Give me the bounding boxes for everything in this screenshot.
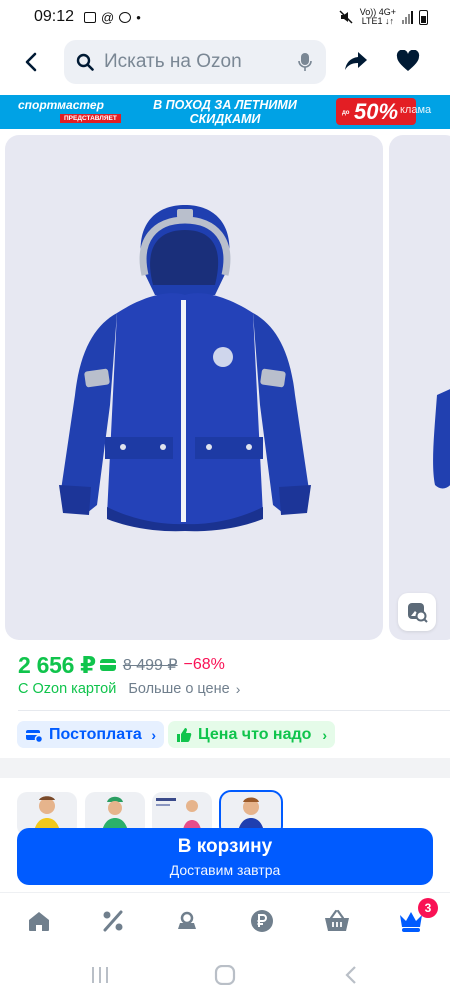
bottom-tab-bar: 3: [0, 892, 450, 950]
tab-home[interactable]: [26, 908, 52, 934]
back-nav-icon[interactable]: [344, 965, 358, 985]
top-bar: Искать на Ozon: [0, 34, 450, 90]
product-image[interactable]: [5, 135, 383, 640]
postpay-icon: [26, 729, 43, 743]
banner-slogan-line2: СКИДКАМИ: [189, 112, 261, 126]
status-time: 09:12: [34, 8, 75, 25]
banner-discount-prefix: до: [342, 110, 350, 116]
old-price: 8 499 ₽: [122, 657, 178, 674]
cart-basket-icon: [325, 909, 349, 931]
system-nav-bar: [0, 950, 450, 1000]
delivery-label: Доставим завтра: [169, 862, 281, 878]
back-arrow-icon: [25, 52, 37, 72]
favorite-button[interactable]: [396, 49, 420, 77]
banner-brand-sub: ПРЕДСТАВЛЯЕТ: [60, 114, 121, 123]
status-right-icons: Vo)) 4G+ LTE1 ↓↑: [338, 8, 428, 26]
microphone-icon[interactable]: [298, 52, 312, 72]
visual-search-button[interactable]: [398, 593, 436, 631]
back-button[interactable]: [0, 34, 62, 90]
ozon-card-row[interactable]: С Ozon картой Больше о цене ›: [18, 681, 240, 697]
app-root: 09:12 @ • Vo)) 4G+ LTE1 ↓↑ Искать на Ozo…: [0, 0, 450, 1000]
postpay-badge[interactable]: Постоплата ›: [17, 721, 164, 748]
ozon-card-price: 2 656 ₽: [18, 651, 96, 678]
home-nav-icon[interactable]: [214, 965, 236, 985]
chevron-right-icon: ›: [151, 726, 156, 743]
thumbs-up-icon: [177, 727, 192, 742]
divider: [18, 710, 450, 711]
tab-finance[interactable]: [249, 908, 275, 934]
at-notification-icon: @: [101, 9, 115, 25]
good-price-badge[interactable]: Цена что надо ›: [168, 721, 335, 748]
q-notification-icon: [119, 11, 132, 23]
network-line2: LTE1 ↓↑: [361, 16, 395, 26]
gallery-notification-icon: [84, 11, 97, 23]
product-gallery[interactable]: [0, 135, 450, 640]
status-bar: 09:12 @ • Vo)) 4G+ LTE1 ↓↑: [0, 0, 450, 34]
percent-icon: [103, 910, 123, 932]
share-button[interactable]: [344, 50, 368, 77]
chevron-right-icon: ›: [322, 726, 327, 743]
share-icon: [345, 52, 367, 70]
sportmaster-logo: спортмастер ПРЕДСТАВЛЯЕТ: [18, 98, 121, 123]
search-icon: [76, 53, 94, 71]
add-to-cart-button[interactable]: В корзину Доставим завтра: [17, 828, 433, 885]
more-price-link[interactable]: Больше о цене: [128, 681, 229, 697]
tab-fresh[interactable]: [174, 908, 200, 934]
dot-notification-icon: •: [136, 9, 141, 25]
ad-label: клама: [400, 104, 432, 116]
next-product-image[interactable]: [389, 135, 450, 640]
recent-apps-icon[interactable]: [90, 965, 110, 985]
heart-icon: [396, 49, 420, 71]
chevron-right-icon: ›: [235, 681, 241, 697]
banner-brand: спортмастер: [18, 98, 104, 112]
leaf-bag-icon: [178, 911, 196, 929]
next-jacket-sliver: [433, 389, 450, 489]
add-to-cart-label: В корзину: [177, 836, 273, 857]
tab-cart[interactable]: [324, 908, 350, 934]
status-notification-icons: @ •: [84, 10, 141, 25]
section-separator: [0, 758, 450, 778]
ozon-card-icon: [99, 659, 116, 671]
ruble-icon: [251, 910, 273, 932]
image-search-icon: [408, 603, 428, 623]
ozon-card-label: С Ozon картой: [18, 681, 117, 697]
network-indicator: Vo)) 4G+ LTE1 ↓↑: [360, 8, 396, 26]
good-price-label: Цена что надо: [198, 725, 312, 743]
banner-discount-value: 50%: [354, 99, 399, 124]
jacket-illustration: [59, 205, 311, 532]
ad-banner[interactable]: спортмастер ПРЕДСТАВЛЯЕТ В ПОХОД ЗА ЛЕТН…: [0, 95, 450, 129]
signal-icon: [402, 10, 413, 24]
search-input[interactable]: Искать на Ozon: [64, 40, 326, 84]
profile-notification-badge: 3: [418, 898, 438, 918]
banner-slogan: В ПОХОД ЗА ЛЕТНИМИ СКИДКАМИ: [130, 98, 320, 126]
variant-thumbnails: [0, 778, 450, 838]
tab-promotions[interactable]: [100, 908, 126, 934]
postpay-label: Постоплата: [49, 725, 142, 743]
price-row: 2 656 ₽ 8 499 ₽ −68%: [18, 651, 225, 679]
mute-icon: [339, 10, 353, 24]
battery-icon: [419, 9, 428, 25]
discount-percent: −68%: [183, 656, 225, 673]
search-placeholder: Искать на Ozon: [104, 51, 242, 72]
home-icon: [29, 912, 49, 931]
banner-slogan-line1: В ПОХОД ЗА ЛЕТНИМИ: [153, 98, 297, 112]
